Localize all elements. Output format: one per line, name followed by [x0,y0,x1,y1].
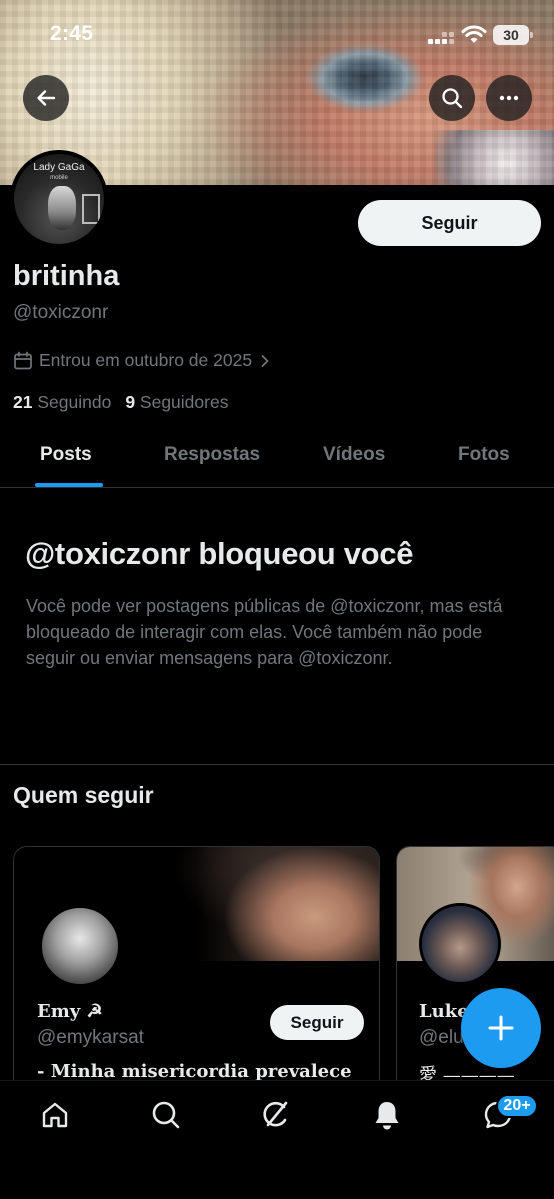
search-icon [152,1101,180,1129]
avatar-caption: Lady GaGa [33,162,85,173]
compose-button[interactable] [461,988,541,1068]
nav-notifications[interactable] [362,1095,412,1135]
search-button[interactable] [429,75,475,121]
followers-count: 9 [125,392,136,412]
chevron-right-icon [261,354,269,367]
profile-tabs: Posts Respostas Vídeos Fotos [0,430,554,488]
follow-button[interactable]: Seguir [358,200,541,246]
blocked-title: @toxiczonr bloqueou você [25,536,414,571]
following-link[interactable]: 21 Seguindo [13,392,111,412]
avatar-frame [82,194,100,224]
card-bio: - Minha misericordia prevalece [37,1061,352,1082]
back-arrow-icon [37,90,56,106]
tab-videos[interactable]: Vídeos [323,444,385,466]
active-tab-indicator [35,483,103,487]
nav-grok[interactable] [251,1095,301,1135]
followers-link[interactable]: 9 Seguidores [125,392,228,412]
back-button[interactable] [23,75,69,121]
grok-icon [263,1101,288,1127]
plus-icon [488,1015,514,1041]
status-bar: 2:45 30 [0,0,554,70]
nav-search[interactable] [141,1095,191,1135]
tab-replies[interactable]: Respostas [164,444,260,466]
nav-home[interactable] [30,1095,80,1135]
suggestion-card[interactable]: Emy ☭ @emykarsat Seguir - Minha miserico… [13,846,380,1096]
section-divider [0,764,554,765]
avatar-subcaption: mobile [50,175,68,181]
battery-indicator: 30 [493,25,533,45]
who-to-follow-title: Quem seguir [13,782,154,808]
card-handle: @elu [419,1027,464,1048]
wifi-icon [461,25,487,43]
follow-counts: 21 Seguindo 9 Seguidores [13,392,228,413]
bottom-nav [0,1080,554,1199]
following-count: 21 [13,392,33,412]
status-time: 2:45 [50,22,94,45]
tab-photos[interactable]: Fotos [458,444,510,466]
joined-date[interactable]: Entrou em outubro de 2025 [13,350,272,371]
avatar-figure [48,186,76,230]
card-avatar[interactable] [419,903,501,985]
profile-avatar[interactable]: Lady GaGa mobile [10,150,108,248]
card-follow-button[interactable]: Seguir [270,1005,364,1040]
profile-handle: @toxiczonr [13,302,109,323]
banner-sparkle [434,130,554,185]
followers-label: Seguidores [139,392,229,412]
following-label: Seguindo [37,392,112,412]
more-options-button[interactable] [486,75,532,121]
bell-icon [375,1102,399,1130]
more-icon [499,95,519,101]
blocked-message: Você pode ver postagens públicas de @tox… [26,596,503,668]
card-avatar[interactable] [39,905,121,987]
card-name: Emy ☭ [37,1001,103,1022]
notifications-badge: 20+ [496,1094,538,1118]
tab-posts[interactable]: Posts [40,444,92,466]
search-icon [442,88,463,109]
calendar-icon [14,351,32,369]
profile-name: britinha [13,260,120,292]
home-icon [42,1102,68,1128]
card-handle: @emykarsat [37,1027,144,1048]
joined-text: Entrou em outubro de 2025 [39,350,253,370]
cellular-signal-icon [428,29,454,45]
